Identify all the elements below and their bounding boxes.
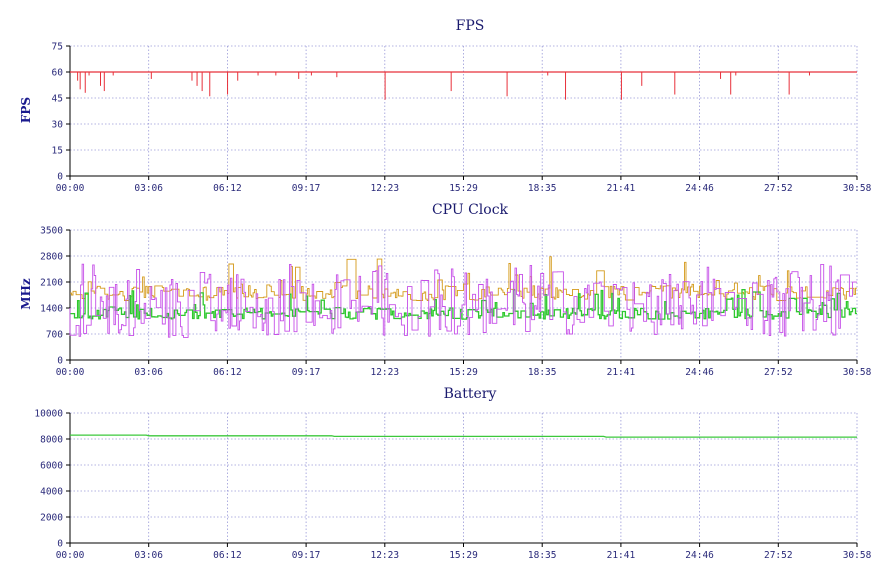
cpu-x-tick-label: 00:00 (56, 367, 85, 378)
fps-y-tick-label: 15 (52, 146, 63, 157)
battery-y-tick-label: 2000 (40, 513, 63, 524)
cpu-y-tick-label: 1400 (40, 304, 63, 315)
fps-y-tick-label: 60 (52, 68, 64, 79)
fps-chart: FPS FPS 0 15 30 45 60 75 00:00 03:06 06:12 09:17 1… (19, 18, 872, 194)
cpu-y-tick-label: 2100 (40, 278, 63, 289)
battery-x-tick-label: 03:06 (134, 550, 163, 561)
cpu-x-tick-label: 30:58 (843, 367, 872, 378)
battery-x-tick-label: 15:29 (449, 550, 478, 561)
battery-x-tick-label: 27:52 (764, 550, 793, 561)
fps-x-tick-label: 12:23 (370, 183, 399, 194)
battery-x-tick-label: 21:41 (607, 550, 636, 561)
cpu-clock-chart: CPU Clock MHz 0 700 1400 2100 2800 3500 00:00 0… (19, 202, 872, 378)
charts-canvas: FPS FPS 0 15 30 45 60 75 00:00 03:06 06:12 09:17 1… (19, 18, 872, 561)
battery-y-tick-label: 8000 (40, 435, 63, 446)
fps-x-tick-label: 03:06 (134, 183, 163, 194)
fps-y-tick-label: 45 (52, 94, 63, 105)
cpu-y-tick-label: 2800 (40, 252, 63, 263)
battery-x-tick-label: 24:46 (685, 550, 714, 561)
battery-x-tick-label: 09:17 (292, 550, 321, 561)
fps-chart-title: FPS (456, 18, 485, 34)
battery-x-tick-label: 30:58 (843, 550, 872, 561)
fps-x-tick-label: 15:29 (449, 183, 478, 194)
cpu-y-axis-label: MHz (19, 278, 33, 310)
cpu-x-tick-label: 24:46 (685, 367, 714, 378)
battery-chart-title: Battery (444, 386, 497, 402)
fps-x-tick-label: 09:17 (292, 183, 321, 194)
cpu-x-tick-label: 12:23 (370, 367, 399, 378)
fps-x-tick-label: 18:35 (528, 183, 557, 194)
cpu-y-tick-label: 700 (46, 330, 63, 341)
battery-x-tick-label: 00:00 (56, 550, 85, 561)
cpu-x-tick-label: 09:17 (292, 367, 321, 378)
cpu-y-tick-label: 0 (57, 356, 63, 367)
fps-y-tick-label: 75 (52, 42, 63, 53)
cpu-chart-title: CPU Clock (432, 202, 509, 218)
battery-x-tick-label: 12:23 (370, 550, 399, 561)
cpu-x-tick-label: 21:41 (607, 367, 636, 378)
fps-x-tick-label: 24:46 (685, 183, 714, 194)
battery-y-tick-label: 10000 (34, 409, 63, 420)
battery-x-tick-label: 06:12 (213, 550, 242, 561)
battery-x-tick-label: 18:35 (528, 550, 557, 561)
battery-chart: Battery 0 2000 4000 6000 8000 10000 00:00 03:06… (34, 386, 871, 561)
battery-y-tick-label: 4000 (40, 487, 63, 498)
fps-y-tick-label: 30 (52, 120, 64, 131)
cpu-x-tick-label: 18:35 (528, 367, 557, 378)
cpu-x-tick-label: 27:52 (764, 367, 793, 378)
fps-x-tick-label: 00:00 (56, 183, 85, 194)
fps-x-tick-label: 30:58 (843, 183, 872, 194)
battery-y-tick-label: 6000 (40, 461, 63, 472)
cpu-x-tick-label: 03:06 (134, 367, 163, 378)
fps-x-tick-label: 27:52 (764, 183, 793, 194)
cpu-x-tick-label: 06:12 (213, 367, 242, 378)
fps-x-tick-label: 06:12 (213, 183, 242, 194)
cpu-y-tick-label: 3500 (40, 226, 63, 237)
battery-y-tick-label: 0 (57, 539, 63, 550)
performance-monitor: FPS FPS 0 15 30 45 60 75 00:00 03:06 06:12 09:17 1… (0, 0, 890, 572)
fps-y-axis-label: FPS (19, 97, 33, 123)
fps-y-tick-label: 0 (57, 172, 63, 183)
cpu-x-tick-label: 15:29 (449, 367, 478, 378)
fps-x-tick-label: 21:41 (607, 183, 636, 194)
